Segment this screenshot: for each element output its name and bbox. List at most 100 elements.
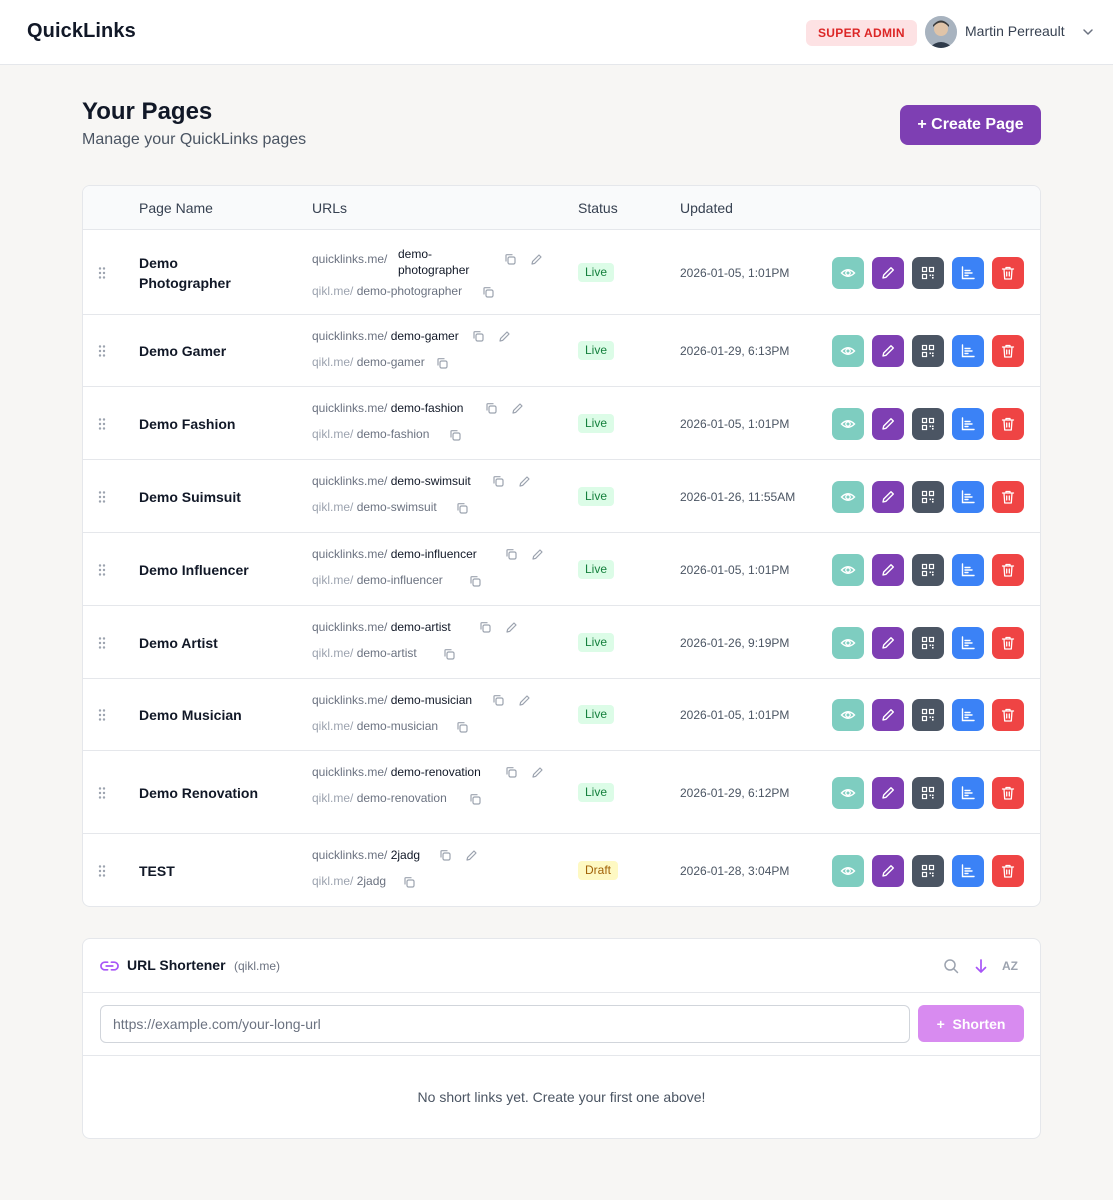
view-button[interactable] (832, 776, 864, 809)
qr-code-button[interactable] (912, 335, 944, 367)
stats-button[interactable] (952, 480, 984, 513)
page-slug[interactable]: demo-swimsuit (391, 474, 471, 488)
table-row[interactable]: Demo Musician quicklinks.me/ demo-musici… (83, 679, 1040, 751)
pencil-icon[interactable] (465, 849, 478, 862)
pencil-icon[interactable] (531, 766, 544, 779)
short-slug[interactable]: demo-influencer (357, 573, 443, 587)
drag-handle-icon[interactable] (97, 344, 107, 358)
page-name[interactable]: Demo Gamer (139, 341, 299, 361)
stats-button[interactable] (952, 776, 984, 809)
table-row[interactable]: Demo Artist quicklinks.me/ demo-artist q… (83, 606, 1040, 679)
create-page-button[interactable]: + Create Page (900, 105, 1041, 145)
short-slug[interactable]: 2jadg (357, 874, 386, 888)
app-logo[interactable]: QuickLinks (27, 20, 136, 43)
delete-button[interactable] (992, 257, 1024, 289)
stats-button[interactable] (952, 854, 984, 887)
page-slug[interactable]: demo-influencer (391, 547, 477, 561)
stats-button[interactable] (952, 257, 984, 289)
pencil-icon[interactable] (530, 253, 543, 266)
page-name[interactable]: Demo Fashion (139, 414, 299, 434)
copy-icon[interactable] (504, 253, 517, 266)
page-name[interactable]: Demo Suimsuit (139, 487, 299, 507)
drag-handle-icon[interactable] (97, 864, 107, 878)
short-slug[interactable]: demo-renovation (357, 791, 447, 805)
short-slug[interactable]: demo-artist (357, 646, 417, 660)
delete-button[interactable] (992, 407, 1024, 440)
short-slug[interactable]: demo-fashion (357, 427, 430, 441)
delete-button[interactable] (992, 553, 1024, 586)
copy-icon[interactable] (443, 648, 456, 661)
stats-button[interactable] (952, 699, 984, 731)
copy-icon[interactable] (403, 876, 416, 889)
qr-code-button[interactable] (912, 480, 944, 513)
short-slug[interactable]: demo-photographer (357, 284, 462, 298)
view-button[interactable] (832, 699, 864, 731)
chevron-down-icon[interactable] (1081, 25, 1095, 39)
pencil-icon[interactable] (498, 330, 511, 343)
copy-icon[interactable] (456, 721, 469, 734)
page-slug[interactable]: demo-photographer (398, 246, 488, 278)
table-row[interactable]: TEST quicklinks.me/ 2jadg qikl.me/ 2jadg… (83, 834, 1040, 906)
user-name[interactable]: Martin Perreault (965, 23, 1065, 39)
shorten-button[interactable]: + Shorten (918, 1005, 1024, 1042)
edit-button[interactable] (872, 553, 904, 586)
search-icon[interactable] (943, 958, 959, 974)
stats-button[interactable] (952, 626, 984, 659)
qr-code-button[interactable] (912, 407, 944, 440)
stats-button[interactable] (952, 553, 984, 586)
table-row[interactable]: Demo Renovation quicklinks.me/ demo-reno… (83, 751, 1040, 834)
edit-button[interactable] (872, 407, 904, 440)
edit-button[interactable] (872, 626, 904, 659)
table-row[interactable]: Demo Suimsuit quicklinks.me/ demo-swimsu… (83, 460, 1040, 533)
delete-button[interactable] (992, 699, 1024, 731)
drag-handle-icon[interactable] (97, 417, 107, 431)
table-row[interactable]: Demo Fashion quicklinks.me/ demo-fashion… (83, 387, 1040, 460)
copy-icon[interactable] (436, 357, 449, 370)
copy-icon[interactable] (479, 621, 492, 634)
arrow-down-icon[interactable] (974, 958, 988, 974)
short-slug[interactable]: demo-swimsuit (357, 500, 437, 514)
page-slug[interactable]: demo-gamer (391, 329, 459, 343)
edit-button[interactable] (872, 854, 904, 887)
sort-az-toggle[interactable]: AZ (1002, 959, 1018, 973)
avatar[interactable] (925, 16, 957, 48)
qr-code-button[interactable] (912, 257, 944, 289)
delete-button[interactable] (992, 776, 1024, 809)
page-slug[interactable]: demo-artist (391, 620, 451, 634)
view-button[interactable] (832, 626, 864, 659)
pencil-icon[interactable] (511, 402, 524, 415)
delete-button[interactable] (992, 854, 1024, 887)
copy-icon[interactable] (482, 286, 495, 299)
page-name[interactable]: Demo Photographer (139, 253, 249, 293)
copy-icon[interactable] (492, 475, 505, 488)
pencil-icon[interactable] (531, 548, 544, 561)
page-slug[interactable]: demo-musician (391, 693, 472, 707)
stats-button[interactable] (952, 407, 984, 440)
delete-button[interactable] (992, 626, 1024, 659)
view-button[interactable] (832, 854, 864, 887)
copy-icon[interactable] (449, 429, 462, 442)
drag-handle-icon[interactable] (97, 266, 107, 280)
copy-icon[interactable] (485, 402, 498, 415)
long-url-input[interactable] (100, 1005, 910, 1043)
pencil-icon[interactable] (518, 475, 531, 488)
page-slug[interactable]: demo-renovation (391, 765, 481, 779)
page-slug[interactable]: demo-fashion (391, 401, 464, 415)
qr-code-button[interactable] (912, 699, 944, 731)
table-row[interactable]: Demo Influencer quicklinks.me/ demo-infl… (83, 533, 1040, 606)
edit-button[interactable] (872, 335, 904, 367)
qr-code-button[interactable] (912, 854, 944, 887)
edit-button[interactable] (872, 776, 904, 809)
qr-code-button[interactable] (912, 626, 944, 659)
copy-icon[interactable] (492, 694, 505, 707)
edit-button[interactable] (872, 699, 904, 731)
pencil-icon[interactable] (518, 694, 531, 707)
edit-button[interactable] (872, 480, 904, 513)
page-name[interactable]: Demo Renovation (139, 783, 299, 803)
drag-handle-icon[interactable] (97, 563, 107, 577)
pencil-icon[interactable] (505, 621, 518, 634)
edit-button[interactable] (872, 257, 904, 289)
drag-handle-icon[interactable] (97, 636, 107, 650)
table-row[interactable]: Demo Gamer quicklinks.me/ demo-gamer qik… (83, 315, 1040, 387)
page-name[interactable]: Demo Musician (139, 705, 299, 725)
